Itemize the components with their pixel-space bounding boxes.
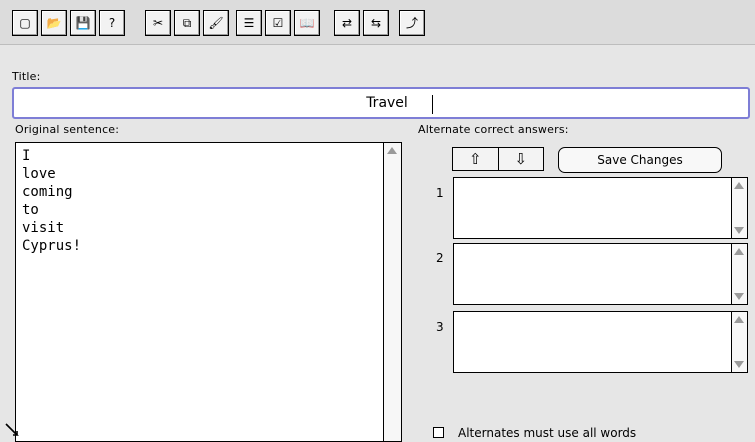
checklist-icon[interactable]: ☑ <box>265 10 291 36</box>
alternate-answer-field[interactable] <box>453 177 748 239</box>
original-sentence-scrollbar[interactable] <box>383 143 401 441</box>
move-up-icon[interactable]: ⇧ <box>453 148 499 170</box>
scroll-up-icon[interactable] <box>734 248 744 255</box>
sentence-line: I <box>22 148 31 164</box>
alternate-number: 3 <box>436 320 444 334</box>
export-icon[interactable]: ⤴ <box>399 10 425 36</box>
resize-cursor-icon <box>5 423 19 436</box>
save-changes-button[interactable]: Save Changes <box>558 147 722 173</box>
swap-icon[interactable]: ⇄ <box>334 10 360 36</box>
cut-scissors-icon[interactable]: ✂ <box>145 10 171 36</box>
alternate-scrollbar[interactable] <box>731 244 747 304</box>
alternate-number: 2 <box>436 251 444 265</box>
move-down-icon[interactable]: ⇩ <box>499 148 544 170</box>
title-label: Title: <box>12 70 41 83</box>
book-icon[interactable]: 📖 <box>294 10 320 36</box>
use-all-words-label: Alternates must use all words <box>458 426 637 440</box>
help-icon[interactable]: ? <box>99 10 125 36</box>
paste-brush-icon[interactable]: 🖌 <box>203 10 229 36</box>
text-caret <box>432 95 433 114</box>
toolbar-group-file: ▢ 📂 💾 ? <box>12 6 125 38</box>
sentence-line: love <box>22 166 56 182</box>
alternate-answer-field[interactable] <box>453 243 748 305</box>
toolbar-group-swap: ⇄ ⇆ <box>334 6 389 38</box>
move-answer-buttons: ⇧ ⇩ <box>452 147 544 171</box>
toolbar-group-view: ☰ ☑ 📖 <box>236 6 320 38</box>
swap-reverse-icon[interactable]: ⇆ <box>363 10 389 36</box>
original-sentence-text: I love coming to visit Cyprus! <box>22 147 81 255</box>
title-input[interactable] <box>14 89 755 117</box>
alternate-answer-field[interactable] <box>453 311 748 373</box>
alternate-number: 1 <box>436 186 444 200</box>
list-icon[interactable]: ☰ <box>236 10 262 36</box>
alternate-answers-label: Alternate correct answers: <box>418 123 569 136</box>
scroll-down-icon[interactable] <box>734 361 744 368</box>
new-document-icon[interactable]: ▢ <box>12 10 38 36</box>
scroll-down-icon[interactable] <box>734 227 744 234</box>
original-sentence-textarea[interactable]: I love coming to visit Cyprus! <box>15 142 402 442</box>
copy-icon[interactable]: ⧉ <box>174 10 200 36</box>
open-folder-icon[interactable]: 📂 <box>41 10 67 36</box>
scroll-up-icon[interactable] <box>734 182 744 189</box>
use-all-words-checkbox[interactable] <box>433 427 444 438</box>
scroll-up-icon[interactable] <box>734 316 744 323</box>
sentence-line: visit <box>22 220 65 236</box>
title-field[interactable] <box>12 87 755 119</box>
alternate-scrollbar[interactable] <box>731 178 747 238</box>
alternate-scrollbar[interactable] <box>731 312 747 372</box>
original-sentence-label: Original sentence: <box>15 123 120 136</box>
scroll-up-icon[interactable] <box>387 147 397 154</box>
save-disk-icon[interactable]: 💾 <box>70 10 96 36</box>
toolbar-group-export: ⤴ <box>399 6 425 38</box>
toolbar-group-edit: ✂ ⧉ 🖌 <box>145 6 229 38</box>
scroll-down-icon[interactable] <box>734 293 744 300</box>
toolbar: ▢ 📂 💾 ? ✂ ⧉ 🖌 ☰ ☑ 📖 ⇄ ⇆ ⤴ <box>0 0 755 45</box>
sentence-line: coming <box>22 184 73 200</box>
sentence-line: to <box>22 202 39 218</box>
sentence-line: Cyprus! <box>22 238 82 254</box>
